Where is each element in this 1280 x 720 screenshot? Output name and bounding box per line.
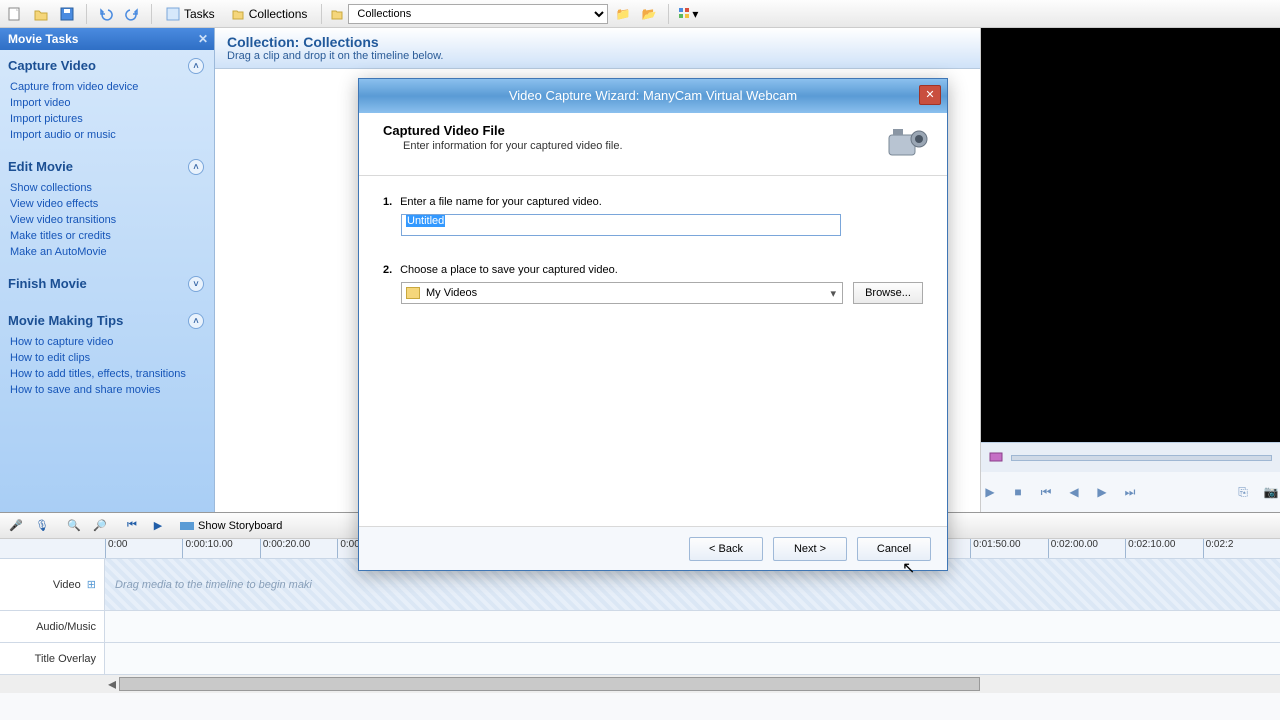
monitor-icon (989, 451, 1003, 465)
dialog-head-title: Captured Video File (383, 123, 623, 138)
new-project-icon[interactable] (4, 3, 26, 25)
step-fwd-icon[interactable]: ▶ (1093, 483, 1111, 501)
link-show-collections[interactable]: Show collections (10, 180, 214, 196)
undo-icon[interactable] (95, 3, 117, 25)
show-storyboard-button[interactable]: Show Storyboard (180, 520, 282, 532)
back-button[interactable]: < Back (689, 537, 763, 561)
step2-number: 2. (383, 264, 397, 276)
save-location-combo[interactable]: My Videos (401, 282, 843, 304)
next-button[interactable]: Next > (773, 537, 847, 561)
link-import-audio[interactable]: Import audio or music (10, 127, 214, 143)
link-import-video[interactable]: Import video (10, 95, 214, 111)
view-options-icon[interactable]: ▾ (677, 3, 699, 25)
rewind-icon[interactable]: ⏮ (122, 516, 142, 536)
audio-levels-icon[interactable]: 🎤 (6, 516, 26, 536)
link-how-capture[interactable]: How to capture video (10, 334, 214, 350)
redo-icon[interactable] (121, 3, 143, 25)
sidebar-close-icon[interactable]: ✕ (198, 32, 208, 46)
zoom-in-icon[interactable]: 🔍 (64, 516, 84, 536)
title-track[interactable]: Title Overlay (0, 643, 1280, 675)
chevron-up-icon[interactable]: ˄ (188, 58, 204, 74)
new-folder-icon[interactable]: 📂 (638, 3, 660, 25)
play-icon[interactable]: ▶ (981, 483, 999, 501)
prev-icon[interactable]: ⏮ (1037, 483, 1055, 501)
step1-label: Enter a file name for your captured vide… (400, 196, 602, 208)
collections-button[interactable]: Collections (225, 5, 314, 23)
dialog-titlebar[interactable]: Video Capture Wizard: ManyCam Virtual We… (359, 79, 947, 113)
dialog-head-sub: Enter information for your captured vide… (383, 138, 623, 152)
collection-header: Collection: Collections Drag a clip and … (215, 28, 980, 69)
collections-combo[interactable]: Collections (348, 4, 608, 24)
chevron-up-icon[interactable]: ˄ (188, 159, 204, 175)
section-capture-video: Capture Video˄ Capture from video device… (0, 50, 214, 151)
camcorder-icon (883, 123, 931, 163)
preview-pane: ▶ ■ ⏮ ◀ ▶ ⏭ ⎘ 📷 (980, 28, 1280, 512)
link-how-edit[interactable]: How to edit clips (10, 350, 214, 366)
dialog-close-button[interactable]: ✕ (919, 85, 941, 105)
main-toolbar: Tasks Collections Collections 📁 📂 ▾ (0, 0, 1280, 28)
link-how-titles[interactable]: How to add titles, effects, transitions (10, 366, 214, 382)
collection-title: Collection: Collections (227, 34, 968, 50)
preview-seek-bar[interactable] (981, 442, 1280, 472)
link-import-pictures[interactable]: Import pictures (10, 111, 214, 127)
tasks-label: Tasks (184, 7, 215, 21)
snapshot-icon[interactable]: 📷 (1262, 483, 1280, 501)
narrate-icon[interactable]: 🎙 (32, 516, 52, 536)
step1-number: 1. (383, 196, 397, 208)
collection-hint: Drag a clip and drop it on the timeline … (227, 50, 968, 62)
video-capture-wizard-dialog: Video Capture Wizard: ManyCam Virtual We… (358, 78, 948, 571)
next-icon[interactable]: ⏭ (1121, 483, 1139, 501)
section-movie-tips: Movie Making Tips˄ How to capture video … (0, 305, 214, 406)
save-icon[interactable] (56, 3, 78, 25)
link-titles-credits[interactable]: Make titles or credits (10, 228, 214, 244)
collections-label: Collections (249, 7, 308, 21)
sidebar-header: Movie Tasks ✕ (0, 28, 214, 50)
folder-icon (406, 287, 420, 299)
section-edit-movie: Edit Movie˄ Show collections View video … (0, 151, 214, 268)
chevron-down-icon[interactable]: ˅ (188, 276, 204, 292)
stop-icon[interactable]: ■ (1009, 483, 1027, 501)
link-capture-device[interactable]: Capture from video device (10, 79, 214, 95)
chevron-up-icon[interactable]: ˄ (188, 313, 204, 329)
section-finish-movie: Finish Movie˅ (0, 268, 214, 305)
tasks-sidebar: Movie Tasks ✕ Capture Video˄ Capture fro… (0, 28, 215, 512)
zoom-out-icon[interactable]: 🔎 (90, 516, 110, 536)
up-folder-icon[interactable]: 📁 (612, 3, 634, 25)
timeline-scrollbar[interactable]: ◂ (0, 675, 1280, 693)
open-icon[interactable] (30, 3, 52, 25)
split-icon[interactable]: ⎘ (1234, 483, 1252, 501)
link-how-save[interactable]: How to save and share movies (10, 382, 214, 398)
browse-button[interactable]: Browse... (853, 282, 923, 304)
folder-icon (330, 7, 344, 21)
preview-video (981, 28, 1280, 442)
tasks-button[interactable]: Tasks (160, 5, 221, 23)
link-video-transitions[interactable]: View video transitions (10, 212, 214, 228)
cancel-button[interactable]: Cancel (857, 537, 931, 561)
step2-label: Choose a place to save your captured vid… (400, 264, 618, 276)
dialog-footer: < Back Next > Cancel (359, 526, 947, 570)
preview-controls: ▶ ■ ⏮ ◀ ▶ ⏭ ⎘ 📷 (981, 472, 1280, 512)
play-timeline-icon[interactable]: ▶ (148, 516, 168, 536)
filename-input[interactable]: Untitled (401, 214, 841, 236)
link-video-effects[interactable]: View video effects (10, 196, 214, 212)
link-automovie[interactable]: Make an AutoMovie (10, 244, 214, 260)
step-back-icon[interactable]: ◀ (1065, 483, 1083, 501)
dialog-body: 1. Enter a file name for your captured v… (359, 176, 947, 526)
dialog-header: Captured Video File Enter information fo… (359, 113, 947, 176)
audio-track[interactable]: Audio/Music (0, 611, 1280, 643)
